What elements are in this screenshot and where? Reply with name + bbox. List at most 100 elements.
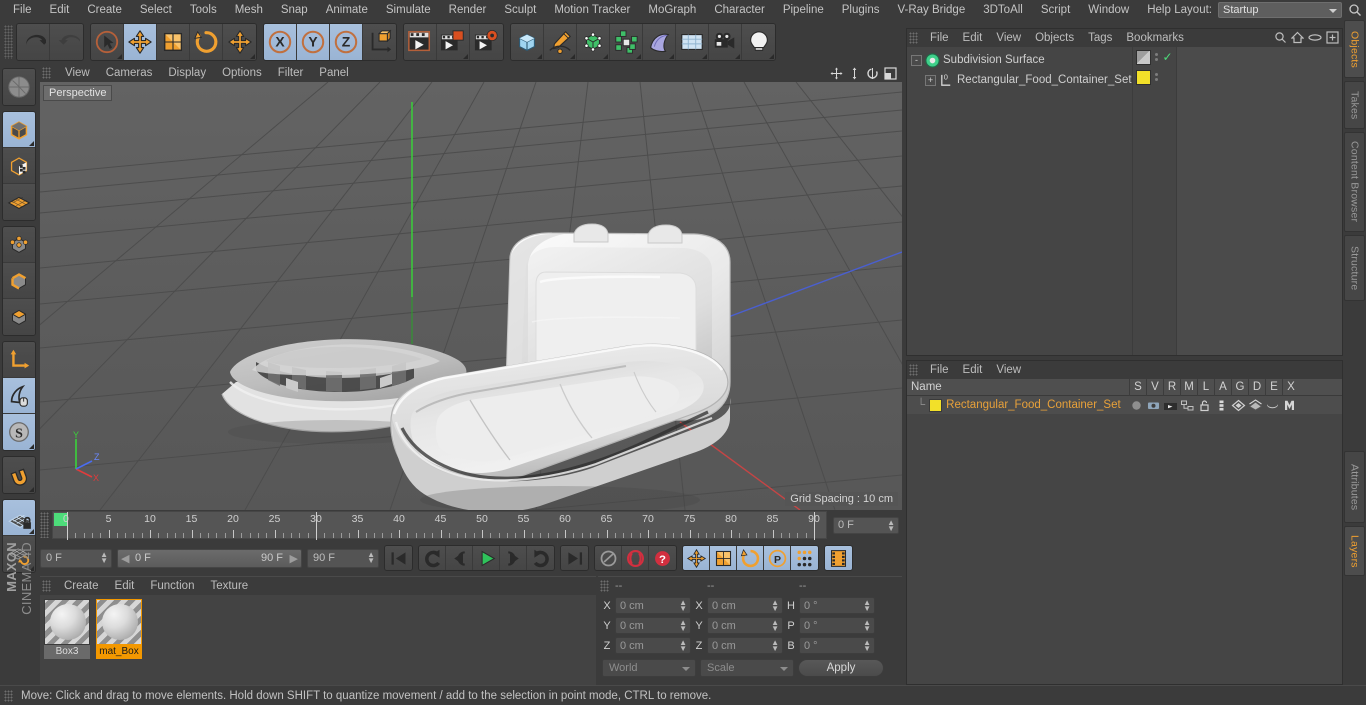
pos-x-field[interactable]: 0 cm ▲ ▼ <box>615 597 691 614</box>
dropdown-corner-icon[interactable] <box>537 54 542 59</box>
layer-menu-view[interactable]: View <box>989 361 1028 379</box>
viewport-solo-icon[interactable] <box>3 378 35 414</box>
material-thumbnail[interactable] <box>96 599 142 645</box>
panel-grip[interactable] <box>909 364 918 376</box>
panel-grip[interactable] <box>42 580 51 592</box>
material-menu-texture[interactable]: Texture <box>202 577 256 595</box>
expressions-icon[interactable] <box>1265 398 1280 413</box>
dropdown-corner-icon[interactable] <box>29 141 34 146</box>
keyframe-selection-icon[interactable]: ? <box>649 546 676 570</box>
menu-item-motion-tracker[interactable]: Motion Tracker <box>545 0 639 20</box>
y-axis-icon[interactable]: Y <box>297 24 330 60</box>
menu-item-character[interactable]: Character <box>705 0 774 20</box>
expander-collapse-icon[interactable]: - <box>911 54 922 66</box>
key-position-icon[interactable] <box>683 546 710 570</box>
model-mode-icon[interactable] <box>3 112 35 148</box>
vertical-tab-attributes[interactable]: Attributes <box>1344 451 1365 523</box>
material-thumbnail[interactable] <box>44 599 90 645</box>
menu-item-v-ray-bridge[interactable]: V-Ray Bridge <box>888 0 974 20</box>
viewport-menu-filter[interactable]: Filter <box>270 64 312 82</box>
render-icon[interactable] <box>1163 398 1178 413</box>
viewport-menu-view[interactable]: View <box>57 64 98 82</box>
dropdown-corner-icon[interactable] <box>29 444 34 449</box>
make-editable-icon[interactable] <box>3 69 35 105</box>
axis-mode-icon[interactable] <box>3 342 35 378</box>
rotate-view-icon[interactable] <box>865 66 880 81</box>
timeline-icon[interactable] <box>825 546 852 570</box>
pos-z-field[interactable]: 0 cm ▲ ▼ <box>615 637 691 654</box>
undo-icon[interactable] <box>17 24 50 60</box>
step-forward-icon[interactable] <box>500 546 527 570</box>
visibility-dots-icon[interactable] <box>1155 53 1159 61</box>
size-z-field[interactable]: 0 cm ▲ ▼ <box>707 637 783 654</box>
perspective-viewport[interactable]: Perspective Grid Spacing : 10 cm Y X Z <box>40 82 902 510</box>
menu-item-plugins[interactable]: Plugins <box>833 0 889 20</box>
render-region-icon[interactable] <box>437 24 470 60</box>
material-item[interactable]: Box3 <box>44 599 90 681</box>
point-mode-icon[interactable] <box>3 227 35 263</box>
timeline-playhead[interactable] <box>316 512 317 540</box>
object-tree[interactable]: - Subdivision Surface +0 Rectangular_Food_C… <box>907 47 1132 355</box>
render-view-icon[interactable] <box>404 24 437 60</box>
dropdown-corner-icon[interactable] <box>117 54 122 59</box>
menu-item-mesh[interactable]: Mesh <box>226 0 272 20</box>
coordinate-mode-select[interactable]: Scale <box>700 659 794 677</box>
dropdown-corner-icon[interactable] <box>669 54 674 59</box>
dolly-icon[interactable] <box>847 66 862 81</box>
search-icon[interactable] <box>1348 3 1362 17</box>
key-scale-icon[interactable] <box>710 546 737 570</box>
end-frame-field[interactable]: 90 F ▲ ▼ <box>307 548 379 568</box>
stepper-icon[interactable]: ▲ ▼ <box>679 639 687 653</box>
menu-item-window[interactable]: Window <box>1079 0 1138 20</box>
dropdown-corner-icon[interactable] <box>636 54 641 59</box>
expander-expand-icon[interactable]: + <box>925 74 936 86</box>
dropdown-corner-icon[interactable] <box>570 54 575 59</box>
object-manager-body[interactable]: - Subdivision Surface +0 Rectangular_Food_C… <box>907 47 1342 355</box>
vertical-tab-layers[interactable]: Layers <box>1344 526 1365 576</box>
menu-item-edit[interactable]: Edit <box>41 0 79 20</box>
light-icon[interactable] <box>742 24 775 60</box>
dropdown-corner-icon[interactable] <box>702 54 707 59</box>
dropdown-corner-icon[interactable] <box>463 54 468 59</box>
menu-item-3dtoall[interactable]: 3DToAll <box>974 0 1032 20</box>
layer-menu-edit[interactable]: Edit <box>956 361 990 379</box>
pan-icon[interactable] <box>829 66 844 81</box>
lock-workplane-icon[interactable] <box>3 500 35 536</box>
z-axis-icon[interactable]: Z <box>330 24 363 60</box>
visibility-dots-icon[interactable] <box>1155 73 1159 81</box>
statusbar-grip[interactable] <box>4 689 13 702</box>
object-menu-file[interactable]: File <box>923 29 956 47</box>
object-menu-bookmarks[interactable]: Bookmarks <box>1119 29 1191 47</box>
loop-icon[interactable] <box>527 546 554 570</box>
viewport-menu-cameras[interactable]: Cameras <box>98 64 161 82</box>
render-settings-icon[interactable] <box>470 24 503 60</box>
record-active-icon[interactable] <box>622 546 649 570</box>
timeline-ruler[interactable]: 051015202530354045505560657075808590 <box>52 511 827 540</box>
viewport-menu-options[interactable]: Options <box>214 64 270 82</box>
magnet-icon[interactable] <box>3 457 35 493</box>
cube-primitive-icon[interactable] <box>511 24 544 60</box>
eye-icon[interactable] <box>1308 31 1322 47</box>
dropdown-corner-icon[interactable] <box>603 54 608 59</box>
menu-item-create[interactable]: Create <box>78 0 131 20</box>
record-autokey-icon[interactable] <box>595 546 622 570</box>
workplane-mode-icon[interactable] <box>3 184 35 220</box>
spline-pen-icon[interactable] <box>544 24 577 60</box>
current-frame-field[interactable]: 0 F ▲ ▼ <box>40 548 112 568</box>
rot-p-field[interactable]: 0 ° ▲ ▼ <box>799 617 875 634</box>
stepper-icon[interactable]: ▲ ▼ <box>863 599 871 613</box>
menu-item-tools[interactable]: Tools <box>181 0 226 20</box>
object-menu-tags[interactable]: Tags <box>1081 29 1119 47</box>
rot-h-field[interactable]: 0 ° ▲ ▼ <box>799 597 875 614</box>
polygon-mode-icon[interactable] <box>3 299 35 335</box>
timeline-frame-field[interactable]: 0 F ▲ ▼ <box>833 516 899 534</box>
size-x-field[interactable]: 0 cm ▲ ▼ <box>707 597 783 614</box>
texture-mode-icon[interactable] <box>3 148 35 184</box>
object-menu-objects[interactable]: Objects <box>1028 29 1081 47</box>
menu-item-animate[interactable]: Animate <box>317 0 377 20</box>
viewport-grip[interactable] <box>42 67 51 79</box>
add-layout-icon[interactable] <box>1326 31 1339 47</box>
menu-item-pipeline[interactable]: Pipeline <box>774 0 833 20</box>
menu-item-snap[interactable]: Snap <box>272 0 317 20</box>
key-param-icon[interactable]: P <box>764 546 791 570</box>
